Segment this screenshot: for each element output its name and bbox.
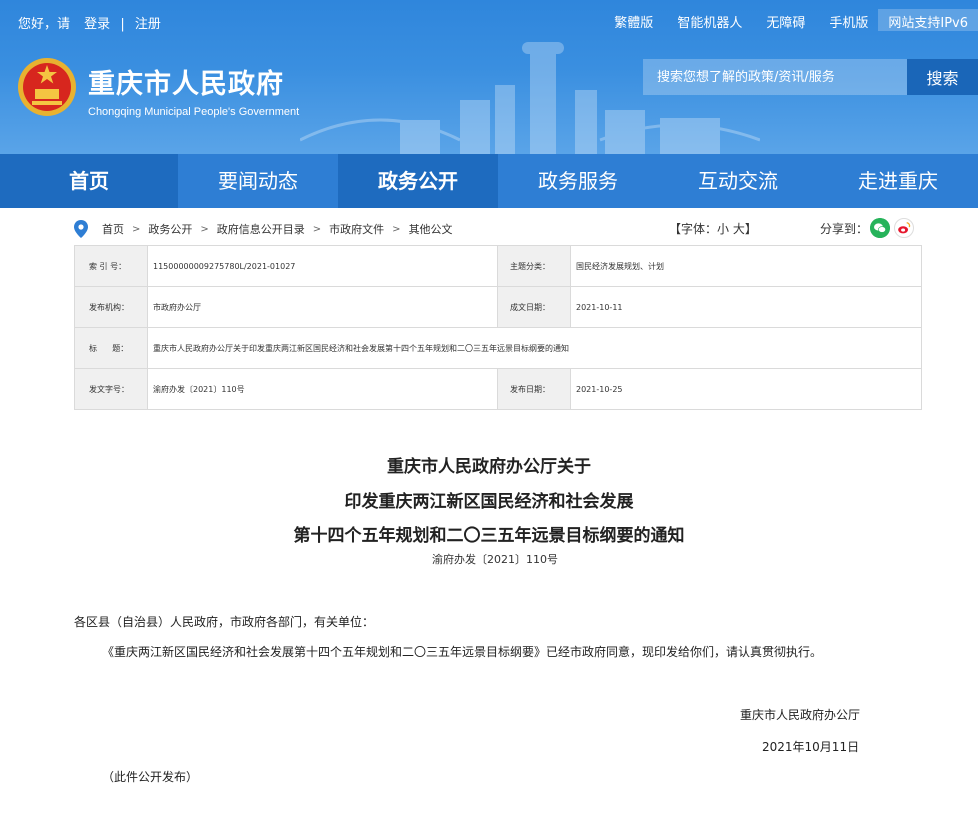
breadcrumb-government-affairs[interactable]: 政务公开 (148, 221, 192, 237)
nav-home[interactable]: 首页 (0, 154, 178, 208)
search-input[interactable] (643, 59, 907, 95)
search-button[interactable]: 搜索 (907, 59, 978, 95)
title-label: 标 题： (74, 327, 148, 369)
publish-date-value: 2021-10-25 (570, 368, 922, 410)
document-number: 渝府办发〔2021〕110号 (432, 553, 558, 566)
mobile-version-link[interactable]: 手机版 (829, 12, 868, 31)
breadcrumb-municipal-documents[interactable]: 市政府文件 (329, 221, 384, 237)
font-size-control[interactable]: 【字体：小 大】 (669, 220, 757, 237)
share-label: 分享到： (820, 221, 869, 236)
document-info-table: 索 引 号： 11500000009275780L/2021-01027 主题分… (74, 245, 922, 410)
city-skyline-decoration (300, 42, 760, 154)
document-title-line-1: 重庆市人民政府办公厅关于 (387, 457, 591, 477)
accessibility-link[interactable]: 无障碍 (766, 12, 805, 31)
doc-number-label: 发文字号： (74, 368, 148, 410)
nav-government-affairs[interactable]: 政务公开 (338, 154, 498, 208)
table-row: 发布机构： 市政府办公厅 成文日期： 2021-10-11 (74, 286, 922, 328)
breadcrumb-arrow: > (200, 223, 209, 235)
document-note: （此件公开发布） (102, 770, 199, 784)
breadcrumb-arrow: > (132, 223, 141, 235)
breadcrumb-info-directory[interactable]: 政府信息公开目录 (217, 221, 305, 237)
written-date-value: 2021-10-11 (570, 286, 922, 328)
breadcrumb-other-documents[interactable]: 其他公文 (409, 221, 453, 237)
location-pin-icon (74, 220, 88, 238)
index-number-value: 11500000009275780L/2021-01027 (147, 245, 498, 287)
smart-robot-link[interactable]: 智能机器人 (677, 12, 742, 31)
document-title-line-2: 印发重庆两江新区国民经济和社会发展 (344, 492, 634, 512)
title-value: 重庆市人民政府办公厅关于印发重庆两江新区国民经济和社会发展第十四个五年规划和二〇… (147, 327, 922, 369)
site-title[interactable]: 重庆市人民政府 (88, 62, 284, 101)
table-row: 发文字号： 渝府办发〔2021〕110号 发布日期： 2021-10-25 (74, 368, 922, 410)
header-banner: 您好，请 登录 | 注册 繁體版 智能机器人 无障碍 手机版 网站支持IPv6 … (0, 0, 978, 154)
share-area: 分享到： (820, 218, 915, 238)
document-body: 《重庆两江新区国民经济和社会发展第十四个五年规划和二〇三五年远景目标纲要》已经市… (102, 645, 823, 659)
nav-about-chongqing[interactable]: 走进重庆 (818, 154, 978, 208)
doc-number-value: 渝府办发〔2021〕110号 (147, 368, 498, 410)
table-row: 标 题： 重庆市人民政府办公厅关于印发重庆两江新区国民经济和社会发展第十四个五年… (74, 327, 922, 369)
login-link[interactable]: 登录 (84, 13, 110, 32)
national-emblem-icon (18, 58, 76, 116)
document-signature: 重庆市人民政府办公厅 (740, 708, 861, 722)
issuer-value: 市政府办公厅 (147, 286, 498, 328)
top-links: 繁體版 智能机器人 无障碍 手机版 网站支持IPv6 (590, 9, 978, 31)
issuer-label: 发布机构： (74, 286, 148, 328)
top-utility-bar: 您好，请 登录 | 注册 繁體版 智能机器人 无障碍 手机版 网站支持IPv6 (0, 0, 978, 44)
breadcrumb-arrow: > (392, 223, 401, 235)
document-title-line-3: 第十四个五年规划和二〇三五年远景目标纲要的通知 (293, 526, 685, 546)
nav-interaction[interactable]: 互动交流 (658, 154, 818, 208)
publish-date-label: 发布日期： (497, 368, 571, 410)
search-bar: 搜索 (643, 59, 978, 95)
topic-label: 主题分类： (497, 245, 571, 287)
site-subtitle: Chongqing Municipal People's Government (88, 106, 300, 118)
nav-news[interactable]: 要闻动态 (178, 154, 338, 208)
greeting-text: 您好，请 (18, 17, 71, 32)
wechat-share-icon[interactable] (870, 218, 891, 238)
breadcrumb-arrow: > (312, 223, 322, 235)
main-nav: 首页 要闻动态 政务公开 政务服务 互动交流 走进重庆 (0, 154, 978, 208)
breadcrumb-home[interactable]: 首页 (102, 221, 124, 237)
weibo-share-icon[interactable] (894, 218, 915, 238)
topic-value: 国民经济发展规划、计划 (570, 245, 922, 287)
ipv6-badge: 网站支持IPv6 (878, 9, 978, 31)
document-salutation: 各区县（自治县）人民政府，市政府各部门，有关单位： (74, 615, 375, 629)
table-row: 索 引 号： 11500000009275780L/2021-01027 主题分… (74, 245, 922, 287)
traditional-chinese-link[interactable]: 繁體版 (614, 12, 653, 31)
register-link[interactable]: 注册 (135, 13, 161, 32)
breadcrumb: 首页 > 政务公开 > 政府信息公开目录 > 市政府文件 > 其他公文 (74, 219, 922, 239)
document-date: 2021年10月11日 (762, 740, 860, 754)
nav-government-services[interactable]: 政务服务 (498, 154, 658, 208)
index-number-label: 索 引 号： (74, 245, 148, 287)
greeting-area: 您好，请 登录 | 注册 (18, 13, 161, 32)
written-date-label: 成文日期： (497, 286, 571, 328)
login-separator: | (120, 17, 125, 32)
